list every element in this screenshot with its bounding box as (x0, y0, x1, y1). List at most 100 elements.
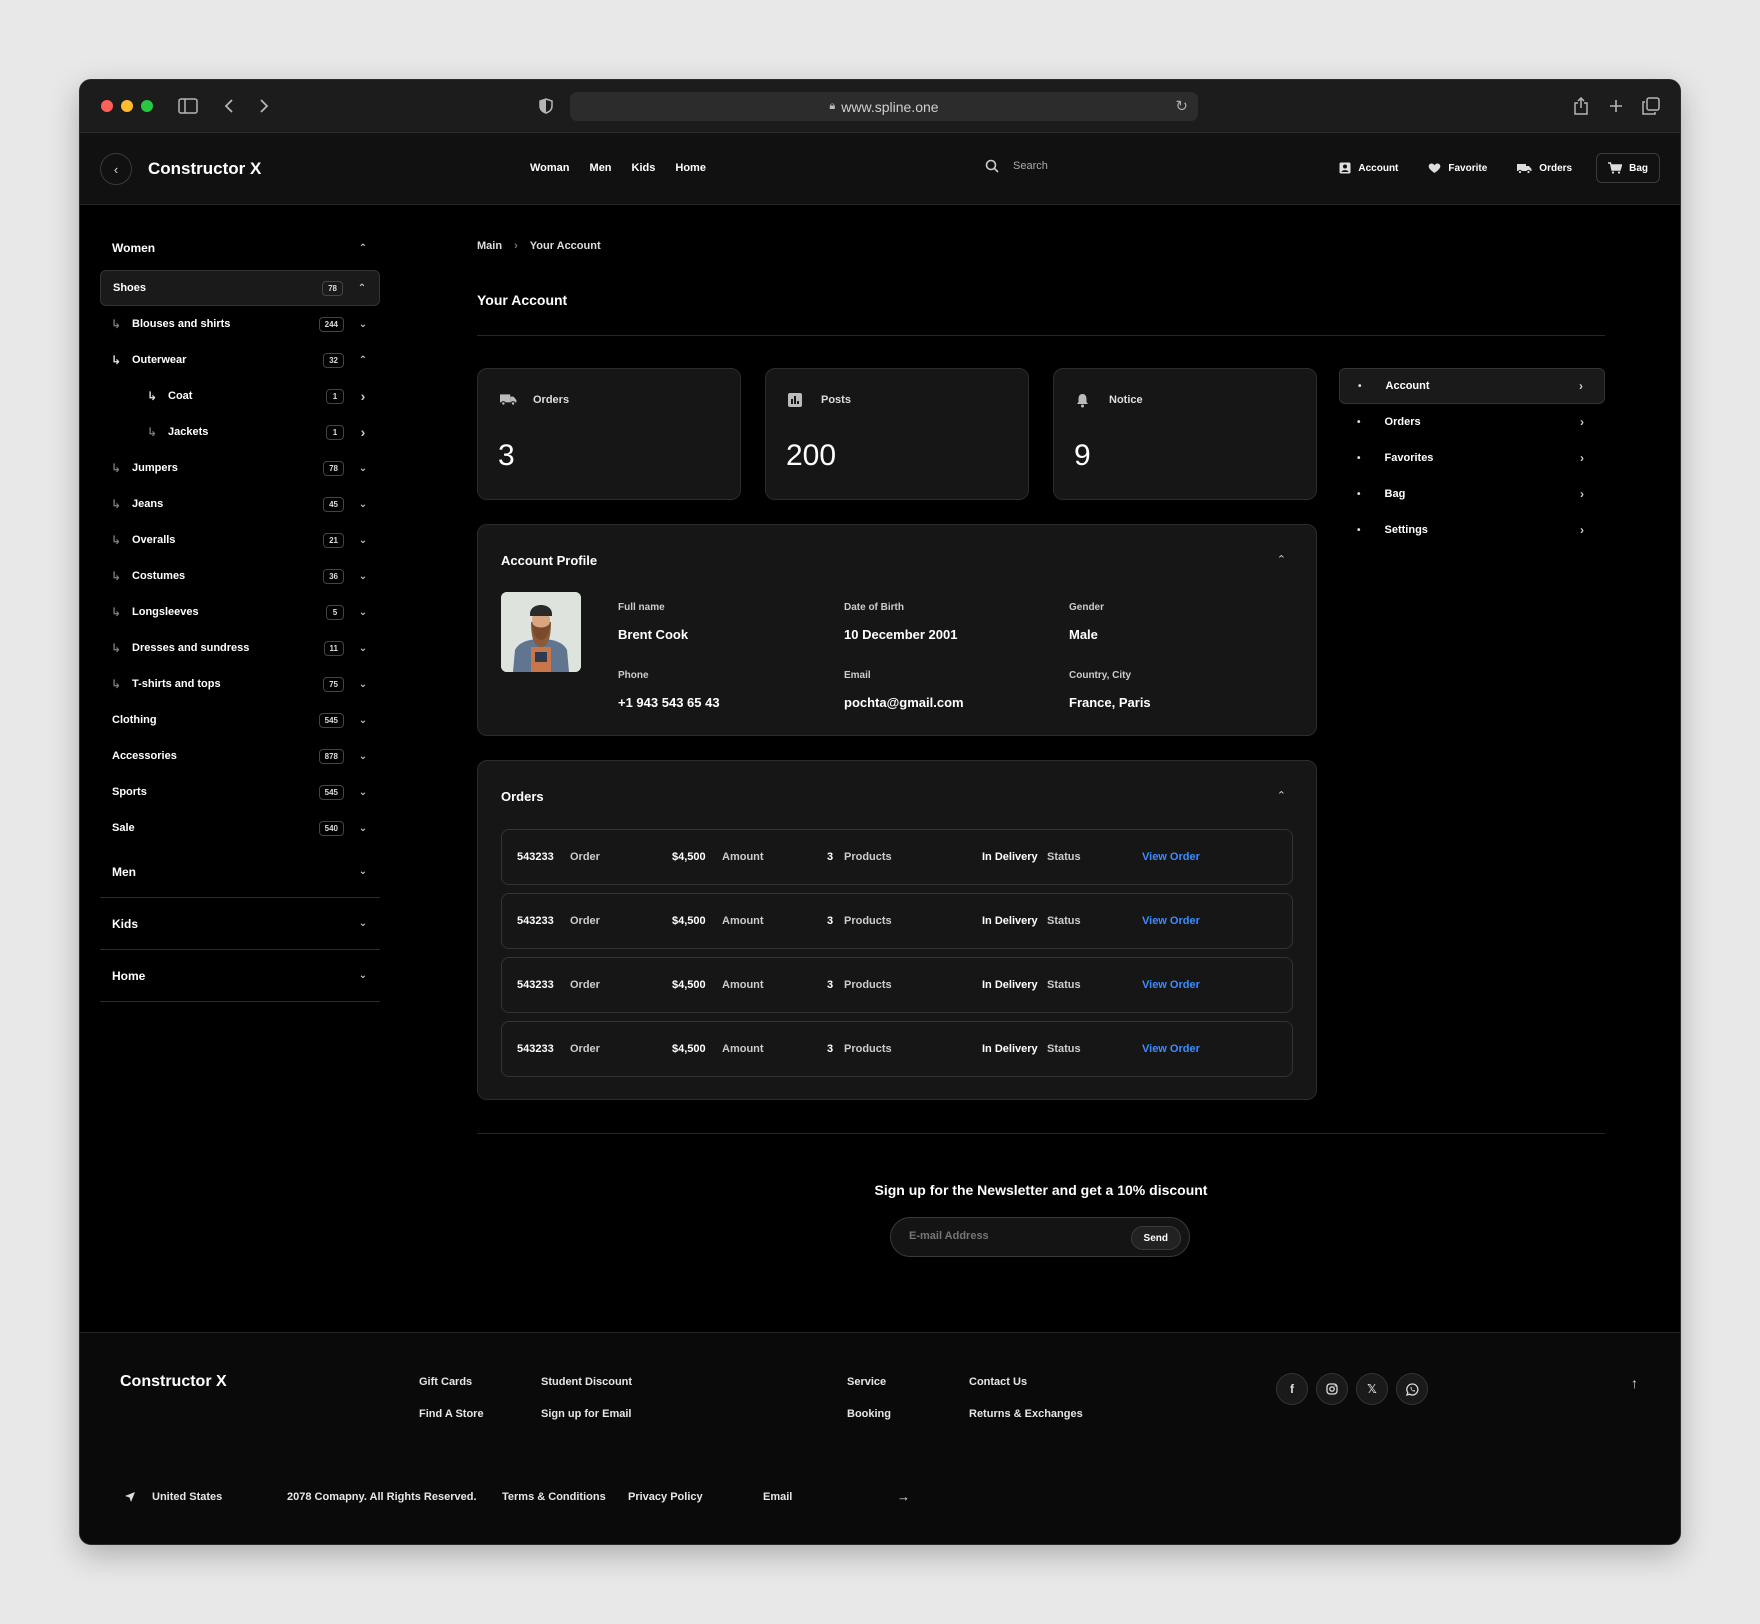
collapse-profile-button[interactable]: ⌃ (1277, 553, 1286, 566)
footer-link-service[interactable]: Service (847, 1376, 886, 1388)
chevron-up-icon[interactable]: ⌃ (358, 355, 368, 366)
sidebar-item[interactable]: ↳ T-shirts and tops 75 ⌄ (100, 666, 380, 702)
sidebar-toggle-icon[interactable] (177, 95, 199, 117)
nav-kids[interactable]: Kids (632, 162, 656, 174)
footer-link-booking[interactable]: Booking (847, 1408, 891, 1420)
account-button[interactable]: Account (1339, 162, 1398, 174)
x-icon[interactable]: 𝕏 (1356, 1373, 1388, 1405)
chevron-down-icon[interactable]: ⌄ (358, 679, 368, 690)
footer-country[interactable]: United States (152, 1491, 222, 1503)
stat-card-posts[interactable]: Posts 200 (765, 368, 1029, 500)
footer-link-student-discount[interactable]: Student Discount (541, 1376, 632, 1388)
sidebar-section-home[interactable]: Home ⌄ (100, 950, 380, 1002)
sidebar-item[interactable]: Shoes 78 ⌃ (100, 270, 380, 306)
account-menu-item-account[interactable]: • Account › (1339, 368, 1605, 404)
sidebar-item[interactable]: Accessories 878 ⌄ (100, 738, 380, 774)
back-button[interactable]: ‹ (100, 153, 132, 185)
sidebar-section-men[interactable]: Men ⌄ (100, 846, 380, 898)
tabs-overview-icon[interactable] (1640, 95, 1662, 117)
chevron-down-icon[interactable]: ⌄ (358, 787, 368, 798)
sidebar-item-label: Overalls (132, 534, 176, 546)
arrow-right-icon[interactable]: → (897, 1489, 910, 1504)
orders-button[interactable]: Orders (1517, 163, 1572, 174)
chevron-right-icon[interactable]: › (358, 388, 368, 404)
sidebar-section-women[interactable]: Women ⌃ (100, 226, 380, 270)
chevron-up-icon[interactable]: ⌃ (357, 283, 367, 294)
chevron-down-icon[interactable]: ⌄ (358, 319, 368, 330)
newsletter-email-input[interactable] (909, 1230, 1109, 1242)
chevron-down-icon[interactable]: ⌄ (358, 751, 368, 762)
reload-icon[interactable]: ↻ (1175, 97, 1188, 115)
footer-terms-link[interactable]: Terms & Conditions (502, 1491, 606, 1503)
footer-brand[interactable]: Constructor X (120, 1373, 227, 1391)
chevron-down-icon[interactable]: ⌄ (358, 571, 368, 582)
scroll-top-button[interactable]: ↑ (1631, 1375, 1638, 1391)
collapse-orders-button[interactable]: ⌃ (1277, 789, 1286, 802)
minimize-window-button[interactable] (121, 100, 133, 112)
footer-link-returns[interactable]: Returns & Exchanges (969, 1408, 1083, 1420)
sidebar-item[interactable]: ↳ Jeans 45 ⌄ (100, 486, 380, 522)
chevron-down-icon[interactable]: ⌄ (358, 715, 368, 726)
newsletter-send-button[interactable]: Send (1130, 1226, 1181, 1250)
stat-card-notice[interactable]: Notice 9 (1053, 368, 1317, 500)
sidebar-item[interactable]: ↳ Overalls 21 ⌄ (100, 522, 380, 558)
order-amount: $4,500 (672, 979, 706, 991)
maximize-window-button[interactable] (141, 100, 153, 112)
nav-home[interactable]: Home (675, 162, 706, 174)
share-icon[interactable] (1570, 95, 1592, 117)
sidebar-item[interactable]: ↳ Outerwear 32 ⌃ (100, 342, 380, 378)
chevron-down-icon[interactable]: ⌄ (358, 643, 368, 654)
sidebar-item[interactable]: Sale 540 ⌄ (100, 810, 380, 846)
account-menu-item-orders[interactable]: • Orders › (1339, 404, 1605, 440)
browser-forward-icon[interactable] (253, 95, 275, 117)
stat-card-orders[interactable]: Orders 3 (477, 368, 741, 500)
sidebar-item[interactable]: Sports 545 ⌄ (100, 774, 380, 810)
account-profile-card: Account Profile ⌃ Full name Brent Cook D… (477, 524, 1317, 736)
whatsapp-icon[interactable] (1396, 1373, 1428, 1405)
instagram-icon[interactable] (1316, 1373, 1348, 1405)
sidebar-item[interactable]: ↳ Jumpers 78 ⌄ (100, 450, 380, 486)
new-tab-icon[interactable] (1605, 95, 1627, 117)
view-order-link[interactable]: View Order (1142, 851, 1200, 863)
sidebar-section-kids[interactable]: Kids ⌄ (100, 898, 380, 950)
sidebar-item[interactable]: Clothing 545 ⌄ (100, 702, 380, 738)
footer-link-gift-cards[interactable]: Gift Cards (419, 1376, 472, 1388)
address-bar[interactable]: 🔒︎ www.spline.one ↻ (570, 92, 1198, 121)
account-menu-item-bag[interactable]: • Bag › (1339, 476, 1605, 512)
nav-men[interactable]: Men (590, 162, 612, 174)
chevron-down-icon[interactable]: ⌄ (358, 607, 368, 618)
chevron-down-icon[interactable]: ⌄ (358, 823, 368, 834)
nav-woman[interactable]: Woman (530, 162, 570, 174)
shield-icon[interactable] (535, 95, 557, 117)
account-menu-item-favorites[interactable]: • Favorites › (1339, 440, 1605, 476)
favorite-button[interactable]: Favorite (1428, 162, 1487, 174)
close-window-button[interactable] (101, 100, 113, 112)
footer-email-input[interactable]: Email (763, 1491, 792, 1503)
breadcrumb-main[interactable]: Main (477, 240, 502, 252)
bag-button[interactable]: Bag (1596, 153, 1660, 183)
footer-link-find-store[interactable]: Find A Store (419, 1408, 484, 1420)
sidebar-item[interactable]: ↳ Dresses and sundress 11 ⌄ (100, 630, 380, 666)
sidebar-item[interactable]: ↳ Blouses and shirts 244 ⌄ (100, 306, 380, 342)
account-menu-item-settings[interactable]: • Settings › (1339, 512, 1605, 548)
chevron-right-icon[interactable]: › (358, 424, 368, 440)
chevron-down-icon[interactable]: ⌄ (358, 463, 368, 474)
sidebar-item[interactable]: ↳ Jackets 1 › (100, 414, 380, 450)
view-order-link[interactable]: View Order (1142, 1043, 1200, 1055)
footer-link-sign-up-email[interactable]: Sign up for Email (541, 1408, 631, 1420)
view-order-link[interactable]: View Order (1142, 915, 1200, 927)
view-order-link[interactable]: View Order (1142, 979, 1200, 991)
footer-link-contact-us[interactable]: Contact Us (969, 1376, 1027, 1388)
chevron-down-icon[interactable]: ⌄ (358, 535, 368, 546)
sidebar-item[interactable]: ↳ Longsleeves 5 ⌄ (100, 594, 380, 630)
footer-privacy-link[interactable]: Privacy Policy (628, 1491, 703, 1503)
browser-back-icon[interactable] (218, 95, 240, 117)
brand-logo[interactable]: Constructor X (148, 159, 261, 179)
order-row: 543233 Order $4,500 Amount 3 Products In Deliv… (501, 1021, 1293, 1077)
sidebar-item[interactable]: ↳ Coat 1 › (100, 378, 380, 414)
chevron-down-icon[interactable]: ⌄ (358, 499, 368, 510)
facebook-icon[interactable]: f (1276, 1373, 1308, 1405)
search-field[interactable]: Search (985, 159, 1048, 173)
chevron-up-icon: ⌃ (1276, 554, 1286, 566)
sidebar-item[interactable]: ↳ Costumes 36 ⌄ (100, 558, 380, 594)
